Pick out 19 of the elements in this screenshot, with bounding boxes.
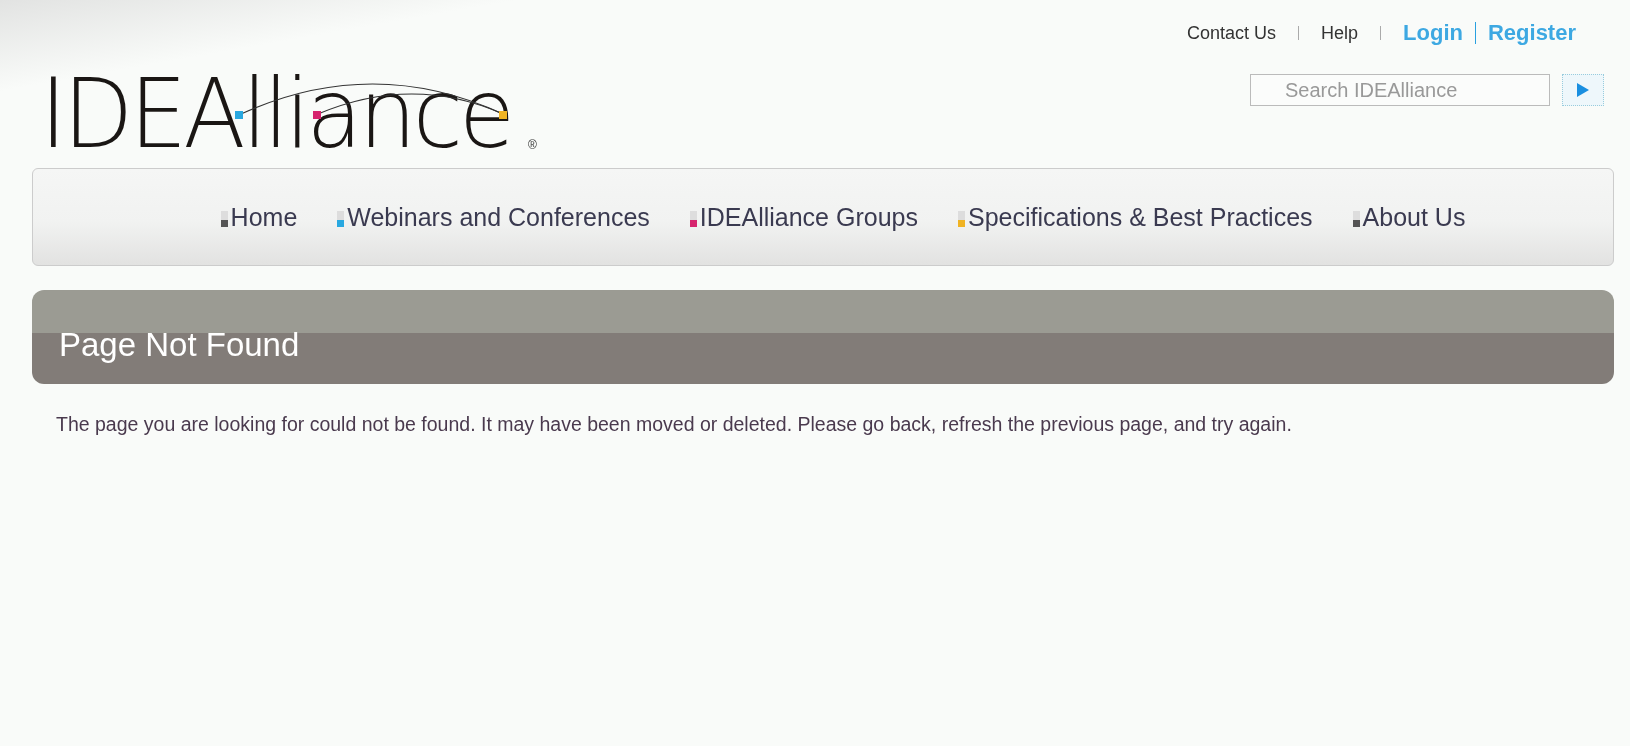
- bullet-icon: [689, 211, 697, 227]
- bullet-icon: [1352, 211, 1360, 227]
- bullet-icon: [220, 211, 228, 227]
- top-link[interactable]: Help: [1313, 22, 1367, 44]
- bullet-icon: [957, 211, 965, 227]
- nav-item[interactable]: Specifications & Best Practices: [957, 202, 1313, 232]
- nav-item[interactable]: Webinars and Conferences: [337, 202, 650, 232]
- message-text: The page you are looking for could not be found. It may have been moved or deleted. Please go back, refresh the previous page, and try again.: [56, 412, 1293, 437]
- search-button[interactable]: [1562, 74, 1604, 106]
- play-icon: [1576, 82, 1590, 98]
- nav-item[interactable]: About Us: [1352, 202, 1466, 232]
- search-field[interactable]: Search IDEAlliance: [1250, 74, 1550, 106]
- page-title: Page Not Found: [59, 326, 300, 364]
- bullet-icon: [337, 211, 345, 227]
- nav-item[interactable]: Home: [220, 202, 298, 232]
- registered-mark: ®: [528, 138, 537, 152]
- nav-item[interactable]: IDEAlliance Groups: [689, 202, 918, 232]
- top-link[interactable]: Contact Us: [1179, 22, 1285, 44]
- logo[interactable]: IDEAlliance: [40, 66, 512, 162]
